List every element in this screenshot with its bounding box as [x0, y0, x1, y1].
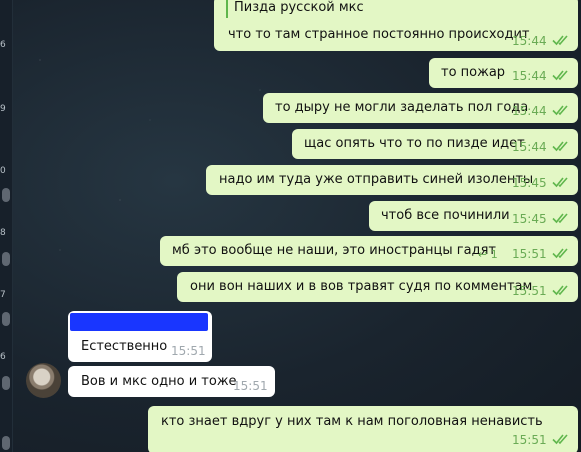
message-time: 15:51 — [512, 247, 547, 261]
sidebar-fragment: 0 — [0, 166, 6, 176]
unread-badge — [2, 252, 10, 266]
message-time: 15:45 — [512, 212, 547, 226]
message-bubble-outgoing[interactable]: они вон наших и в вов травят судя по ком… — [177, 272, 578, 302]
message-time: 15:51 — [171, 344, 206, 358]
message-bubble-outgoing[interactable]: чтоб все починили 15:45 — [369, 201, 578, 231]
sidebar-fragment: 7 — [0, 290, 6, 300]
sidebar-fragment: 6 — [0, 352, 6, 362]
read-check-icon — [552, 69, 570, 81]
read-check-icon — [552, 212, 570, 224]
message-bubble-incoming[interactable]: Естественно 15:51 — [68, 311, 212, 362]
read-check-icon — [552, 284, 570, 296]
reply-arrow-icon: ↩ — [478, 248, 488, 261]
read-check-icon — [552, 433, 570, 445]
unread-badge — [2, 376, 10, 390]
unread-badge — [2, 188, 10, 202]
sidebar-fragment: 8 — [0, 228, 6, 238]
message-bubble-outgoing[interactable]: надо им туда уже отправить синей изолент… — [206, 165, 578, 195]
replies-count: 1 — [490, 248, 498, 261]
read-check-icon — [552, 34, 570, 46]
message-bubble-outgoing[interactable]: Пизда русской мкс что то там странное по… — [214, 0, 578, 51]
read-check-icon — [552, 247, 570, 259]
message-text: кто знает вдруг у них там к нам поголовн… — [161, 414, 543, 429]
message-bubble-outgoing[interactable]: то дыру не могли заделать пол года 15:44 — [263, 93, 578, 123]
message-time: 15:44 — [512, 69, 547, 83]
sidebar-fragment: 9 — [0, 104, 6, 114]
message-bubble-outgoing[interactable]: мб это вообще не наши, это иностранцы га… — [160, 236, 578, 266]
message-time: 15:44 — [512, 104, 547, 118]
sidebar-fragment: 6 — [0, 40, 6, 50]
message-text: Вов и мкс одно и тоже — [81, 374, 237, 389]
message-text: щас опять что то по пизде идет — [304, 136, 525, 151]
message-bubble-outgoing[interactable]: кто знает вдруг у них там к нам поголовн… — [148, 406, 578, 452]
message-time: 15:44 — [512, 34, 547, 48]
message-time: 15:51 — [512, 284, 547, 298]
message-text: мб это вообще не наши, это иностранцы га… — [172, 243, 496, 258]
message-bubble-incoming[interactable]: Вов и мкс одно и тоже 15:51 — [68, 366, 275, 397]
sender-avatar[interactable] — [26, 363, 61, 398]
message-text: то дыру не могли заделать пол года — [275, 100, 529, 115]
message-text: то пожар — [441, 65, 506, 80]
message-bubble-outgoing[interactable]: то пожар 15:44 — [429, 58, 578, 88]
quoted-text: Пизда русской мкс — [234, 0, 364, 15]
message-time: 15:51 — [512, 433, 547, 447]
message-time: 15:44 — [512, 140, 547, 154]
message-text: надо им туда уже отправить синей изолент… — [219, 172, 534, 187]
unread-badge — [2, 312, 10, 326]
message-text: чтоб все починили — [381, 208, 510, 223]
reply-quote[interactable]: Пизда русской мкс — [226, 0, 364, 18]
chat-list-edge: 6 9 0 8 7 6 — [0, 0, 13, 452]
chat-area[interactable]: 6 9 0 8 7 6 Пизда русской мкс что то там… — [0, 0, 581, 452]
message-time: 15:51 — [233, 379, 268, 393]
message-text: Естественно — [81, 339, 168, 354]
replies-indicator[interactable]: ↩ 1 — [478, 247, 498, 263]
message-text: что то там странное постоянно происходит — [228, 27, 530, 42]
unread-badge — [2, 436, 10, 450]
message-time: 15:45 — [512, 176, 547, 190]
read-check-icon — [552, 140, 570, 152]
read-check-icon — [552, 176, 570, 188]
message-bubble-outgoing[interactable]: щас опять что то по пизде идет 15:44 — [292, 129, 578, 159]
redacted-sender-name — [70, 313, 208, 331]
read-check-icon — [552, 104, 570, 116]
message-text: они вон наших и в вов травят судя по ком… — [190, 279, 533, 294]
